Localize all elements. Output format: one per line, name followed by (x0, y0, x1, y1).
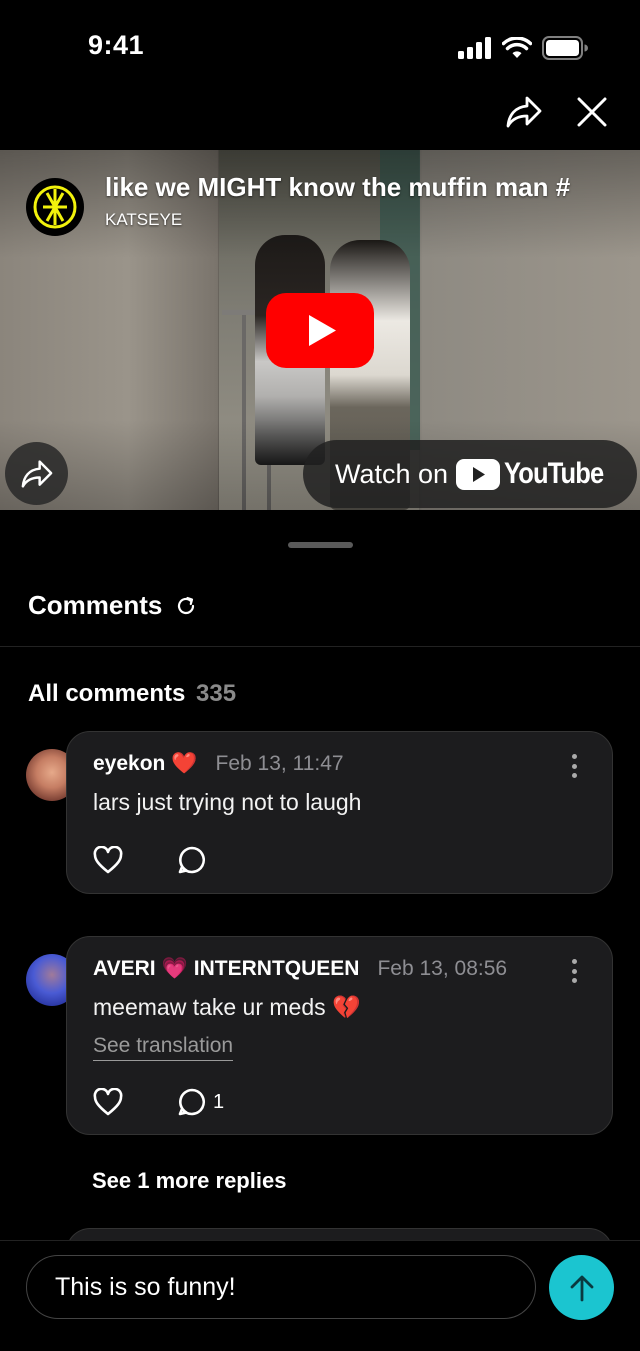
see-more-replies-link[interactable]: See 1 more replies (92, 1168, 286, 1194)
status-icons (458, 36, 588, 60)
comment-text-body: meemaw take ur meds (93, 994, 326, 1020)
youtube-logo: YouTube (456, 457, 621, 491)
comment-timestamp: Feb 13, 11:47 (215, 752, 344, 775)
comment-meta: AVERI 💗 INTERNTQUEEN Feb 13, 08:56 (93, 957, 507, 981)
send-button[interactable] (549, 1255, 614, 1320)
share-arrow-icon (506, 96, 542, 128)
top-actions (504, 90, 612, 134)
comment-card: eyekon ❤️ Feb 13, 11:47 lars just trying… (66, 731, 613, 894)
more-options-button[interactable] (564, 752, 584, 780)
comment-username[interactable]: AVERI (93, 957, 156, 981)
comment-actions (93, 845, 207, 875)
reply-bubble-icon[interactable] (177, 845, 207, 875)
comment-composer (0, 1240, 640, 1351)
see-translation-link[interactable]: See translation (93, 1034, 234, 1061)
all-comments-label: All comments (28, 680, 186, 707)
reply-button[interactable]: 1 (177, 1087, 224, 1117)
status-time: 9:41 (88, 30, 145, 60)
video-channel[interactable]: KATSEYE (105, 210, 182, 230)
refresh-icon[interactable] (174, 594, 198, 618)
battery-icon (542, 36, 588, 60)
comment-username[interactable]: eyekon (93, 752, 165, 776)
watch-on-youtube-button[interactable]: Watch on YouTube (303, 440, 637, 508)
more-options-button[interactable] (564, 957, 584, 985)
comment-text-emoji: 💔 (332, 994, 361, 1020)
video-title[interactable]: like we MIGHT know the muffin man # (105, 172, 625, 203)
sheet-grabber[interactable] (288, 542, 353, 548)
katseye-logo-icon (33, 185, 77, 229)
comment-timestamp: Feb 13, 08:56 (377, 957, 508, 980)
comment-count: 335 (196, 680, 237, 707)
watch-on-label: Watch on (335, 458, 449, 489)
youtube-logo-icon (456, 458, 501, 490)
comment-meta: eyekon ❤️ Feb 13, 11:47 (93, 752, 344, 776)
video-share-button[interactable] (5, 442, 68, 505)
channel-avatar[interactable] (26, 178, 84, 236)
wifi-icon (502, 37, 532, 58)
reply-bubble-icon (178, 1088, 205, 1116)
cellular-signal-icon (458, 37, 491, 59)
comments-header: Comments (28, 590, 198, 621)
play-button[interactable] (266, 293, 374, 368)
share-button[interactable] (504, 92, 544, 132)
heart-icon[interactable] (93, 1088, 123, 1116)
arrow-up-icon (570, 1275, 593, 1301)
close-icon (577, 97, 607, 127)
comment-username-suffix[interactable]: INTERNTQUEEN (194, 957, 360, 981)
divider (0, 646, 640, 647)
reply-count: 1 (213, 1090, 225, 1113)
comments-title: Comments (28, 590, 163, 620)
comment-input[interactable] (55, 1272, 535, 1302)
share-arrow-icon (21, 459, 52, 488)
comment-input-wrapper (26, 1255, 536, 1319)
heart-icon[interactable] (93, 846, 123, 874)
username-emoji: ❤️ (171, 752, 198, 775)
comment-text: meemaw take ur meds 💔 (93, 994, 361, 1021)
username-emoji: 💗 (161, 957, 188, 980)
status-bar: 9:41 (0, 0, 640, 90)
youtube-wordmark: YouTube (504, 457, 604, 490)
video-embed[interactable]: like we MIGHT know the muffin man # KATS… (0, 150, 640, 510)
comment-card: AVERI 💗 INTERNTQUEEN Feb 13, 08:56 meema… (66, 936, 613, 1135)
comment-text: lars just trying not to laugh (93, 789, 362, 815)
all-comments-heading: All comments 335 (28, 680, 236, 708)
close-button[interactable] (572, 92, 612, 132)
comment-actions: 1 (93, 1087, 224, 1117)
youtube-play-icon (266, 293, 374, 368)
